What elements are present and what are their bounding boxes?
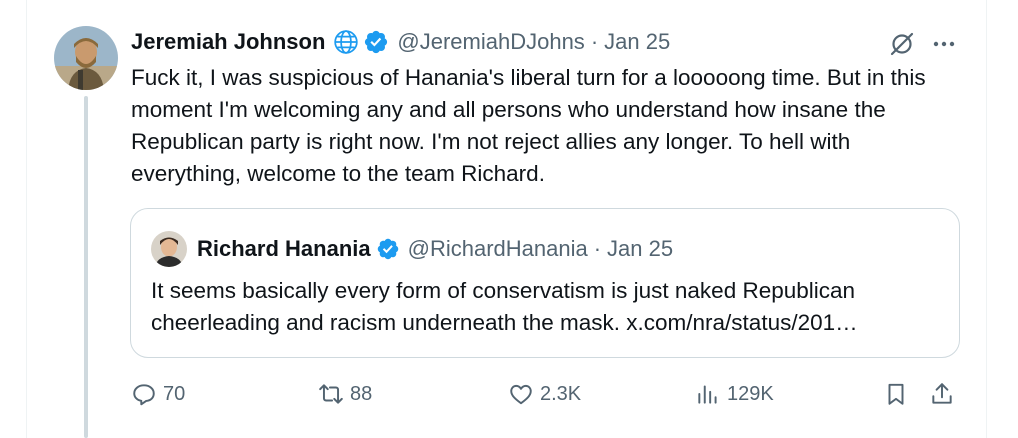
bookmark-icon xyxy=(888,383,904,405)
like-count: 2.3K xyxy=(540,382,582,405)
left-border xyxy=(26,0,27,438)
reply-icon xyxy=(133,384,155,406)
repost-button[interactable]: 88 xyxy=(318,378,372,410)
more-icon[interactable] xyxy=(930,30,958,58)
quoted-author-name[interactable]: Richard Hanania xyxy=(197,236,371,262)
repost-icon xyxy=(319,384,343,404)
separator-dot: · xyxy=(590,29,599,54)
quoted-tweet-date[interactable]: Jan 25 xyxy=(607,236,673,262)
analytics-icon xyxy=(698,385,717,404)
thread-line xyxy=(84,96,88,438)
quoted-author-avatar[interactable] xyxy=(151,231,187,267)
verified-badge-icon xyxy=(363,29,389,55)
tweet-text: Fuck it, I was suspicious of Hanania's l… xyxy=(131,65,926,186)
reply-count: 70 xyxy=(163,382,186,405)
share-icon xyxy=(932,383,952,404)
quoted-author-handle[interactable]: @RichardHanania xyxy=(408,236,588,262)
heart-icon xyxy=(510,384,532,405)
like-button[interactable]: 2.3K xyxy=(508,378,581,410)
action-bar: 70 88 2.3K 129K xyxy=(131,378,961,410)
views-button[interactable]: 129K xyxy=(695,378,774,410)
view-count: 129K xyxy=(727,382,774,405)
tweet-header: Jeremiah Johnson @JeremiahDJohns · Jan 2… xyxy=(131,26,670,58)
share-button[interactable] xyxy=(929,378,955,410)
separator-dot: · xyxy=(593,236,602,261)
grok-icon[interactable] xyxy=(888,30,916,58)
globe-icon xyxy=(333,29,359,55)
verified-badge-icon xyxy=(376,237,400,261)
author-avatar[interactable] xyxy=(54,26,118,90)
tweet-date[interactable]: Jan 25 xyxy=(604,29,670,55)
author-handle[interactable]: @JeremiahDJohns xyxy=(397,29,584,55)
repost-count: 88 xyxy=(350,382,373,405)
quoted-tweet-text: It seems basically every form of conserv… xyxy=(151,278,858,335)
bookmark-button[interactable] xyxy=(883,378,909,410)
quoted-tweet[interactable]: Richard Hanania @RichardHanania · Jan 25… xyxy=(130,208,960,358)
quoted-tweet-header: Richard Hanania @RichardHanania · Jan 25 xyxy=(197,233,673,265)
reply-button[interactable]: 70 xyxy=(131,378,185,410)
author-name[interactable]: Jeremiah Johnson xyxy=(131,29,325,55)
right-border xyxy=(986,0,987,438)
